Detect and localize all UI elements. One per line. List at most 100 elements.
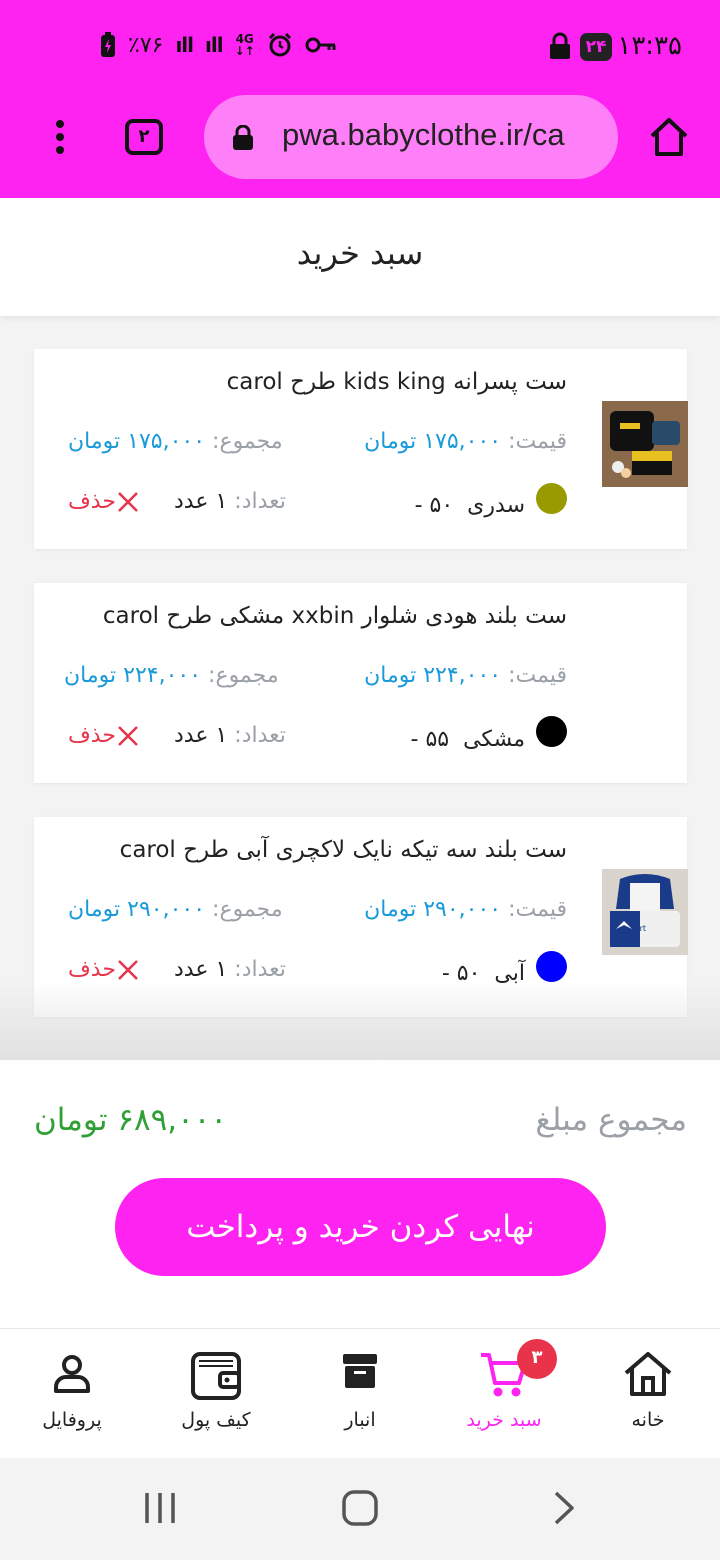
nav-item-home[interactable]: خانه <box>576 1329 720 1459</box>
qty-value: ۱ عدد <box>174 489 228 514</box>
nav-label-store: انبار <box>344 1409 376 1431</box>
qty-value: ۱ عدد <box>174 957 228 982</box>
delete-button[interactable]: حذف <box>68 957 142 982</box>
color-swatch <box>536 716 567 747</box>
price-value: ۲۹۰,۰۰۰ تومان <box>364 897 502 922</box>
battery-charging-icon <box>101 32 115 57</box>
cart-list: ست پسرانه kids king طرح carol قیمت: ۱۷۵,… <box>0 316 720 1061</box>
cart-item: ست پسرانه kids king طرح carol قیمت: ۱۷۵,… <box>34 349 688 549</box>
tabs-button[interactable]: ۲ <box>125 119 163 155</box>
nav-item-store[interactable]: انبار <box>288 1329 432 1459</box>
item-quantity: تعداد: ۱ عدد <box>174 723 286 748</box>
close-icon <box>118 491 138 512</box>
nav-label-cart: سبد خرید <box>466 1409 542 1431</box>
item-total: مجموع: ۲۹۰,۰۰۰ تومان <box>68 897 283 922</box>
item-price: قیمت: ۲۹۰,۰۰۰ تومان <box>364 897 567 922</box>
qty-label: تعداد: <box>234 957 286 982</box>
recent-apps-icon[interactable] <box>142 1490 178 1526</box>
nav-label-home: خانه <box>631 1409 665 1431</box>
alarm-icon <box>268 32 291 57</box>
cart-item: ست بلند هودی شلوار xxbin مشکی طرح carol … <box>34 583 687 783</box>
user-icon <box>54 1355 90 1393</box>
signal-icon: ıll <box>175 33 194 57</box>
wallet-icon <box>191 1352 241 1400</box>
size-value: ۵۰ - <box>414 493 454 518</box>
nav-label-wallet: کیف پول <box>181 1409 251 1431</box>
qty-label: تعداد: <box>234 723 286 748</box>
clock: ۱۳:۳۵ <box>617 31 682 61</box>
nav-item-wallet[interactable]: کیف پول <box>144 1329 288 1459</box>
sum-label: مجموع: <box>212 897 283 922</box>
status-left-icons: ٪۷۶ ıll ıll 4G ↓↑ <box>100 32 337 58</box>
page-title: سبد خرید <box>296 234 424 272</box>
item-total: مجموع: ۱۷۵,۰۰۰ تومان <box>68 429 283 454</box>
url-text: pwa.babyclothe.ir/ca <box>282 117 565 152</box>
item-title: ست بلند سه تیکه نایک لاکچری آبی طرح caro… <box>119 837 567 863</box>
delete-label: حذف <box>68 957 116 982</box>
signal-icon-2: ıll <box>205 33 224 57</box>
qty-label: تعداد: <box>234 489 286 514</box>
item-title: ست بلند هودی شلوار xxbin مشکی طرح carol <box>102 603 567 629</box>
total-value: ۶۸۹,۰۰۰ تومان <box>34 1102 228 1138</box>
system-navigation <box>0 1460 720 1560</box>
size-value: ۵۵ - <box>410 727 450 752</box>
color-name: مشکی <box>463 727 525 752</box>
archive-icon <box>343 1354 377 1388</box>
color-swatch <box>536 951 567 982</box>
price-label: قیمت: <box>508 897 567 922</box>
close-icon <box>118 725 138 746</box>
nav-item-cart[interactable]: ۳ سبد خرید <box>432 1329 576 1459</box>
home-button-icon[interactable] <box>342 1490 378 1526</box>
item-price: قیمت: ۲۲۴,۰۰۰ تومان <box>364 663 567 688</box>
delete-label: حذف <box>68 723 116 748</box>
page-header: سبد خرید <box>0 198 720 316</box>
nav-item-profile[interactable]: پروفایل <box>0 1329 144 1459</box>
lock-icon <box>550 32 570 59</box>
browser-toolbar: ۲ pwa.babyclothe.ir/ca <box>0 92 720 182</box>
item-variant: مشکی ۵۵ - <box>411 727 525 752</box>
color-name: سدری <box>467 493 525 518</box>
browser-chrome: ٪۷۶ ıll ıll 4G ↓↑ ۲۴ ۱۳:۳۵ ۲ pwa.babyclot… <box>0 0 720 198</box>
item-title: ست پسرانه kids king طرح carol <box>226 369 567 395</box>
delete-button[interactable]: حذف <box>68 723 142 748</box>
item-price: قیمت: ۱۷۵,۰۰۰ تومان <box>364 429 567 454</box>
cart-count-badge: ۳ <box>517 1339 557 1379</box>
svg-text:rt: rt <box>640 924 646 933</box>
item-quantity: تعداد: ۱ عدد <box>174 489 286 514</box>
color-swatch <box>536 483 567 514</box>
key-icon <box>305 37 336 53</box>
back-icon[interactable] <box>548 1490 578 1526</box>
product-thumbnail[interactable]: rt <box>602 869 688 955</box>
price-label: قیمت: <box>508 663 567 688</box>
close-icon <box>118 959 138 980</box>
sum-label: مجموع: <box>208 663 279 688</box>
price-value: ۱۷۵,۰۰۰ تومان <box>364 429 502 454</box>
price-value: ۲۲۴,۰۰۰ تومان <box>364 663 502 688</box>
delete-label: حذف <box>68 489 116 514</box>
browser-menu-icon[interactable] <box>50 120 70 156</box>
qty-value: ۱ عدد <box>174 723 228 748</box>
home-icon <box>624 1352 672 1396</box>
delete-button[interactable]: حذف <box>68 489 142 514</box>
item-total: مجموع: ۲۲۴,۰۰۰ تومان <box>64 663 279 688</box>
order-summary: مجموع مبلغ ۶۸۹,۰۰۰ تومان نهایی کردن خرید… <box>0 1060 720 1328</box>
network-type-label: 4G <box>235 32 254 46</box>
product-thumbnail[interactable] <box>602 401 688 487</box>
battery-percent: ٪۷۶ <box>128 32 164 58</box>
sum-value: ۲۹۰,۰۰۰ تومان <box>68 897 206 922</box>
price-label: قیمت: <box>508 429 567 454</box>
checkout-button[interactable]: نهایی کردن خرید و پرداخت <box>115 1178 606 1276</box>
sum-label: مجموع: <box>212 429 283 454</box>
sum-value: ۱۷۵,۰۰۰ تومان <box>68 429 206 454</box>
nav-label-profile: پروفایل <box>42 1409 102 1431</box>
notification-badge: ۲۴ <box>580 33 612 61</box>
home-icon[interactable] <box>648 116 690 158</box>
item-variant: سدری ۵۰ - <box>415 493 525 518</box>
secure-lock-icon <box>233 125 253 150</box>
status-bar: ٪۷۶ ıll ıll 4G ↓↑ ۲۴ ۱۳:۳۵ <box>0 22 720 72</box>
network-type: 4G ↓↑ <box>234 32 255 58</box>
total-label: مجموع مبلغ <box>535 1102 687 1138</box>
address-bar[interactable]: pwa.babyclothe.ir/ca <box>204 95 618 179</box>
bottom-navigation: پروفایل کیف پول انبار ۳ سبد خرید خانه <box>0 1328 720 1458</box>
scroll-fade <box>0 981 720 1061</box>
